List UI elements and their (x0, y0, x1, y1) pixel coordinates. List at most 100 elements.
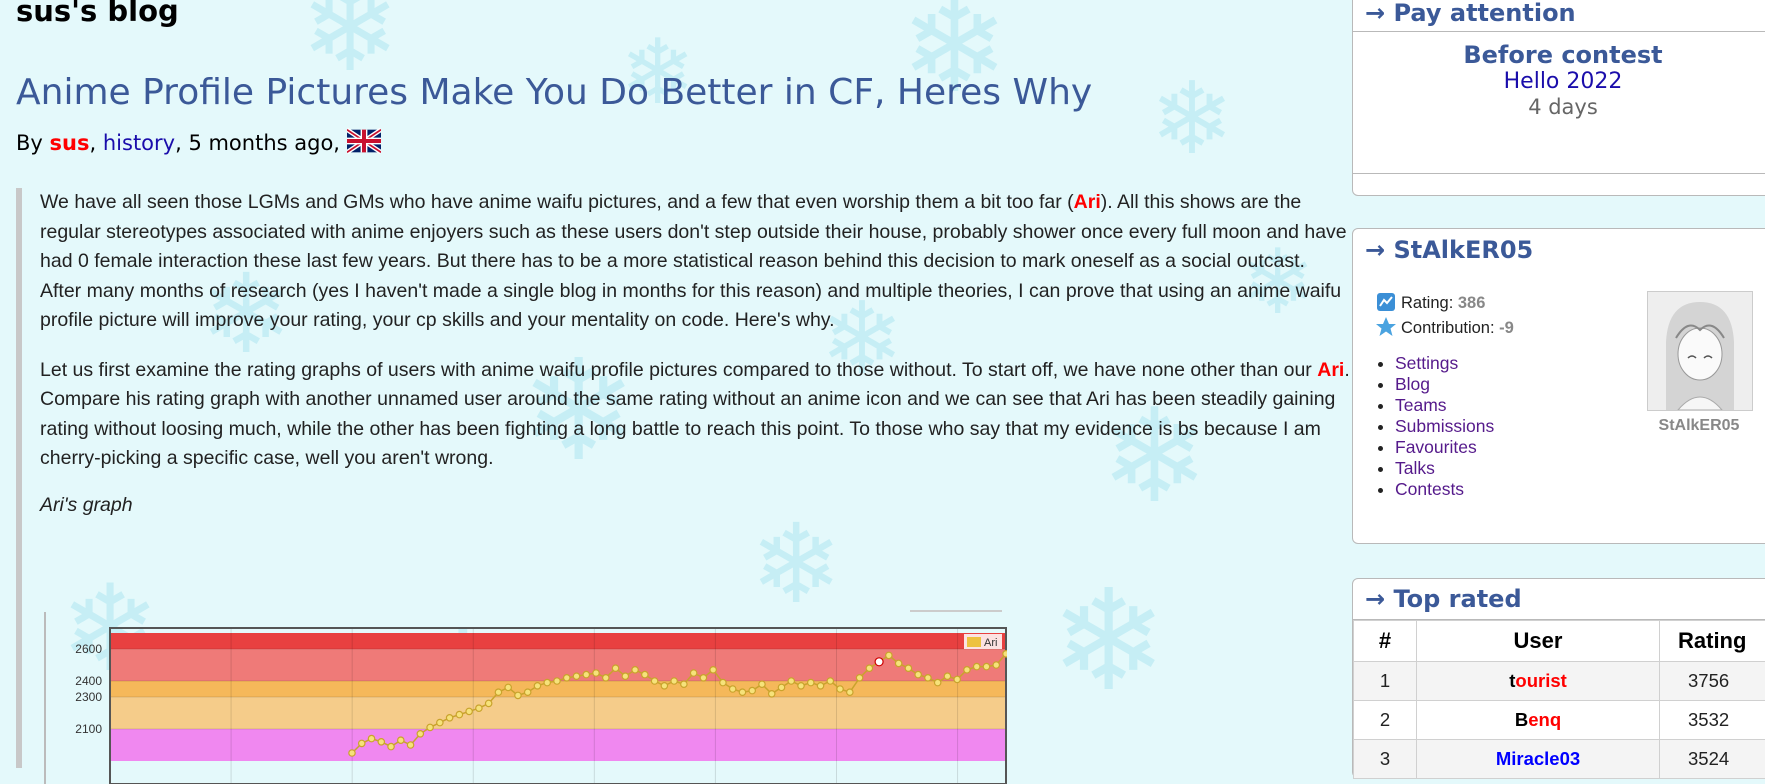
graph-caption: Ari's graph (40, 494, 1332, 517)
data-point (798, 683, 804, 689)
data-point (495, 689, 501, 695)
chart-left-edge (44, 612, 46, 784)
data-point (534, 683, 540, 689)
data-point (612, 665, 618, 671)
data-point (378, 739, 384, 745)
data-point (593, 670, 599, 676)
data-point (720, 679, 726, 685)
data-point (915, 671, 921, 677)
y-tick-label: 2400 (75, 674, 102, 688)
user-link[interactable]: Miracle03 (1496, 748, 1580, 769)
data-point (388, 743, 394, 749)
data-point (788, 678, 794, 684)
menu-item-blog: Blog (1395, 374, 1494, 395)
paragraph-2: Let us first examine the rating graphs o… (40, 356, 1350, 474)
post-title[interactable]: Anime Profile Pictures Make You Do Bette… (16, 72, 1092, 113)
menu-item-submissions: Submissions (1395, 416, 1494, 437)
data-point (905, 665, 911, 671)
data-point (749, 687, 755, 693)
data-point (739, 689, 745, 695)
handle-ari[interactable]: Ari (1074, 191, 1101, 213)
data-point (934, 679, 940, 685)
data-point (847, 689, 853, 695)
post-content: We have all seen those LGMs and GMs who … (16, 188, 1332, 768)
data-point (583, 671, 589, 677)
data-point (974, 663, 980, 669)
data-point (349, 750, 355, 756)
handle-ari[interactable]: Ari (1317, 359, 1344, 381)
data-point (817, 683, 823, 689)
data-point (368, 735, 374, 741)
header-rating: Rating (1660, 621, 1765, 662)
table-row: 1tourist3756 (1354, 662, 1765, 701)
menu-item-teams: Teams (1395, 395, 1494, 416)
avatar-name[interactable]: StAlkER05 (1629, 417, 1765, 435)
user-link[interactable]: Benq (1515, 709, 1561, 730)
rating-graph-svg: 2100230024002600Ari (42, 604, 1007, 784)
data-point (515, 692, 521, 698)
user-box-title[interactable]: → StAlkER05 (1353, 229, 1765, 271)
data-point (983, 663, 989, 669)
data-point (769, 691, 775, 697)
data-point (886, 652, 892, 658)
data-point (759, 681, 765, 687)
header-user: User (1417, 621, 1660, 662)
menu-item-talks: Talks (1395, 458, 1494, 479)
post-byline: By sus, history, 5 months ago, (16, 128, 381, 155)
data-point (651, 678, 657, 684)
contribution-line: Contribution: -9 (1375, 316, 1514, 338)
rating-cell: 3524 (1660, 740, 1765, 779)
data-point (622, 673, 628, 679)
header-rank: # (1354, 621, 1417, 662)
data-point (544, 679, 550, 685)
rating-cell: 3756 (1660, 662, 1765, 701)
avatar-image (1648, 292, 1752, 410)
data-point (681, 681, 687, 687)
rating-band (110, 649, 1006, 681)
rating-icon (1375, 291, 1397, 313)
rating-value: 386 (1458, 294, 1486, 312)
top-rated-box: → Top rated # User Rating 1tourist37562B… (1352, 578, 1765, 778)
user-cell: Benq (1417, 701, 1660, 740)
user-cell: Miracle03 (1417, 740, 1660, 779)
author-link[interactable]: sus (50, 131, 90, 155)
chart-tab-edge (910, 610, 1002, 612)
pay-attention-title[interactable]: → Pay attention (1353, 0, 1765, 32)
data-point (700, 675, 706, 681)
divider (1353, 173, 1765, 174)
data-point (925, 675, 931, 681)
data-point (875, 658, 883, 666)
user-link[interactable]: tourist (1509, 670, 1567, 691)
pay-attention-box: → Pay attention Before contest Hello 202… (1352, 0, 1765, 196)
data-point (485, 700, 491, 706)
rating-graph: 2100230024002600Ari (42, 604, 1007, 784)
rating-band (110, 697, 1006, 729)
uk-flag-icon (347, 128, 381, 154)
contest-link[interactable]: Hello 2022 (1504, 69, 1623, 94)
y-tick-label: 2600 (75, 642, 102, 656)
data-point (954, 676, 960, 682)
data-point (476, 705, 482, 711)
data-point (944, 673, 950, 679)
table-row: 3Miracle033524 (1354, 740, 1765, 779)
legend-label: Ari (984, 637, 997, 649)
data-point (564, 675, 570, 681)
data-point (710, 667, 716, 673)
history-link[interactable]: history (103, 131, 175, 155)
star-icon (1375, 316, 1397, 338)
top-rated-title[interactable]: → Top rated (1353, 579, 1765, 620)
data-point (427, 724, 433, 730)
data-point (573, 673, 579, 679)
blog-name: sus's blog (16, 0, 179, 28)
data-point (866, 665, 872, 671)
avatar[interactable] (1647, 291, 1753, 411)
contribution-value: -9 (1499, 319, 1514, 337)
rating-band (110, 633, 1006, 649)
user-box: → StAlkER05 Rating: 386 Contribution: -9… (1352, 228, 1765, 544)
rank-cell: 2 (1354, 701, 1417, 740)
data-point (856, 675, 862, 681)
menu-item-contests: Contests (1395, 479, 1494, 500)
data-point (661, 683, 667, 689)
by-label: By (16, 131, 43, 155)
data-point (407, 742, 413, 748)
